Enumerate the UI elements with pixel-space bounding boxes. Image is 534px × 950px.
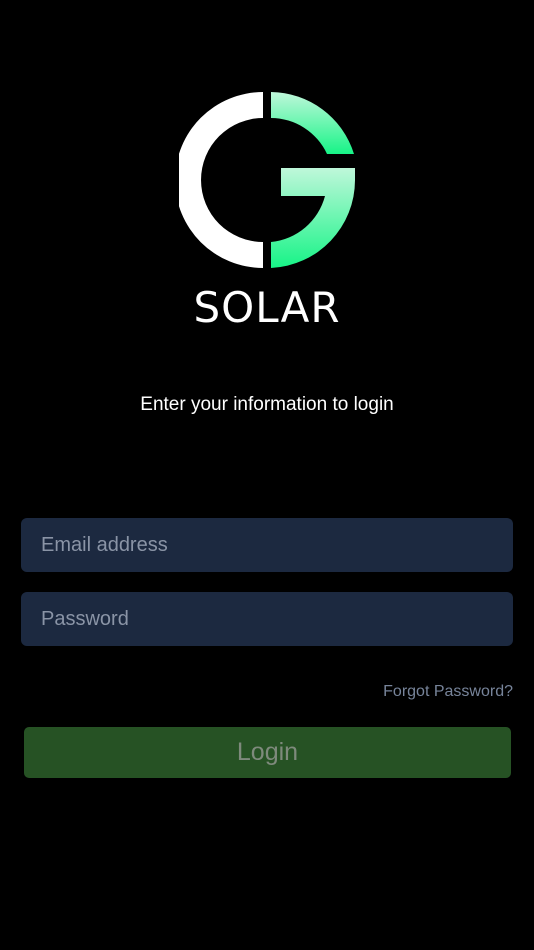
brand-name: SOLAR	[193, 283, 341, 332]
email-input[interactable]	[21, 518, 513, 572]
solar-logo-icon	[179, 92, 355, 268]
forgot-password-link[interactable]: Forgot Password?	[383, 681, 513, 703]
login-subtitle: Enter your information to login	[140, 394, 394, 415]
password-input[interactable]	[21, 592, 513, 646]
login-button[interactable]: Login	[24, 727, 511, 778]
logo-graphic	[179, 92, 355, 268]
